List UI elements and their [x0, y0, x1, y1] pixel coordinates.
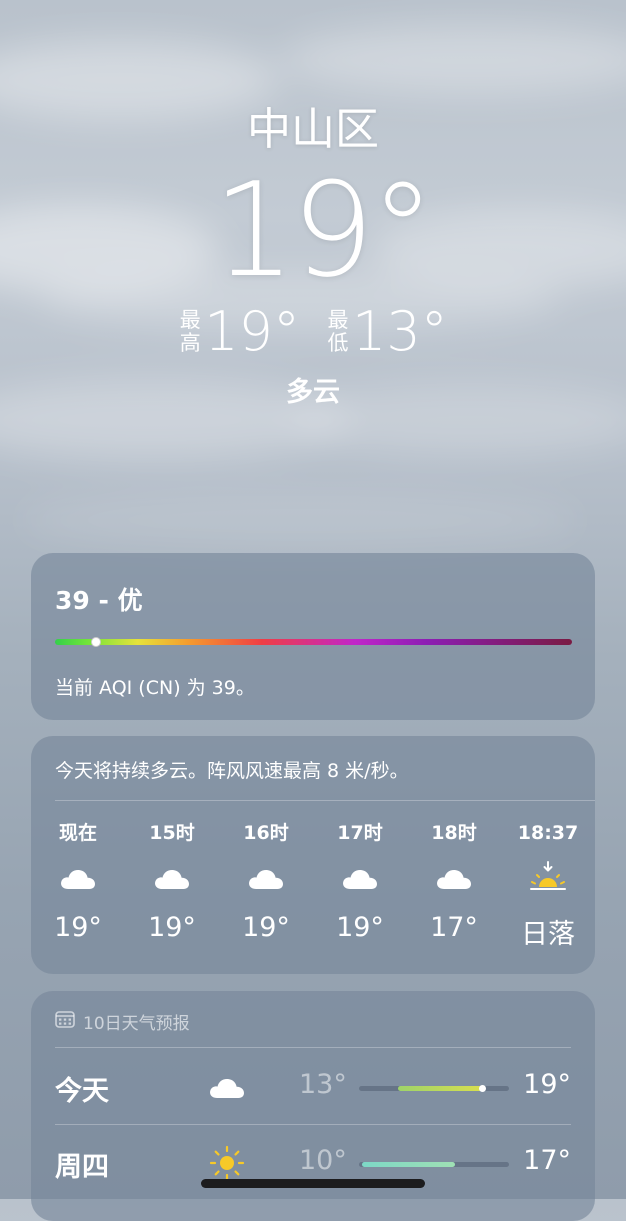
forecast-low: 10°	[299, 1145, 347, 1176]
hourly-forecast-card[interactable]: 今天将持续多云。阵风风速最高 8 米/秒。 现在 19° 15时 19° 16时 19° 1…	[31, 736, 595, 974]
hour-temp: 日落	[521, 919, 575, 950]
hour-time: 17时	[337, 822, 383, 844]
cloud-icon	[407, 850, 501, 906]
hour-item: 现在 19°	[31, 820, 125, 951]
temp-range-bar	[359, 1162, 509, 1167]
aqi-title: 39 - 优	[55, 586, 143, 615]
high-temp: 19°	[204, 300, 300, 363]
forecast-header: 10日天气预报	[55, 1009, 190, 1034]
high-temp-group: 最 高 19°	[178, 304, 300, 360]
hour-temp: 19°	[336, 912, 384, 943]
sun-icon	[207, 1143, 247, 1183]
hour-temp: 17°	[430, 912, 478, 943]
hour-time: 16时	[243, 822, 289, 844]
high-label: 最 高	[179, 308, 201, 355]
hour-item: 17时 19°	[313, 820, 407, 951]
temp-range-fill	[362, 1162, 455, 1167]
hour-temp: 19°	[242, 912, 290, 943]
low-temp: 13°	[352, 300, 448, 363]
hour-item: 18:37 日落	[501, 820, 595, 951]
divider	[55, 1124, 571, 1125]
hourly-summary: 今天将持续多云。阵风风速最高 8 米/秒。	[55, 760, 409, 782]
high-low: 最 高 19° 最 低 13°	[0, 304, 626, 360]
forecast-row[interactable]: 今天 13° 19°	[55, 1049, 571, 1123]
forecast-day: 今天	[55, 1076, 109, 1107]
forecast-low: 13°	[299, 1069, 347, 1100]
cloud-icon	[219, 850, 313, 906]
hour-time: 18:37	[517, 822, 579, 844]
home-indicator[interactable]	[201, 1179, 425, 1188]
hour-temp: 19°	[148, 912, 196, 943]
forecast-header-label: 10日天气预报	[83, 1014, 190, 1034]
divider	[55, 800, 595, 801]
low-label: 最 低	[327, 308, 349, 355]
cloud-icon	[125, 850, 219, 906]
hour-time: 18时	[431, 822, 477, 844]
cloud-icon	[31, 850, 125, 906]
current-temp-indicator	[478, 1085, 486, 1092]
hour-item: 16时 19°	[219, 820, 313, 951]
current-temperature: 19°	[212, 154, 435, 306]
hour-item: 15时 19°	[125, 820, 219, 951]
hour-temp: 19°	[54, 912, 102, 943]
aqi-scale-bar	[55, 637, 572, 647]
forecast-high: 17°	[523, 1145, 571, 1176]
cloud-icon	[313, 850, 407, 906]
divider	[55, 1047, 571, 1048]
forecast-high: 19°	[523, 1069, 571, 1100]
calendar-icon	[55, 1010, 75, 1033]
temp-range-bar	[359, 1085, 509, 1092]
cloud-icon	[207, 1067, 247, 1107]
temp-range-fill	[398, 1086, 482, 1091]
hourly-list[interactable]: 现在 19° 15时 19° 16时 19° 17时 19° 18时 17° 18:37 日落	[31, 820, 595, 951]
aqi-description: 当前 AQI (CN) 为 39。	[55, 677, 255, 699]
hour-time: 现在	[58, 822, 97, 844]
aqi-card[interactable]: 39 - 优 当前 AQI (CN) 为 39。	[31, 553, 595, 720]
location-header: 中山区 19° 最 高 19° 最 低 13° 多云	[0, 100, 626, 409]
city-name: 中山区	[247, 104, 379, 155]
sunset-icon	[501, 850, 595, 906]
forecast-day: 周四	[55, 1152, 109, 1183]
low-temp-group: 最 低 13°	[326, 304, 448, 360]
hour-item: 18时 17°	[407, 820, 501, 951]
condition-text: 多云	[286, 377, 340, 408]
aqi-indicator	[91, 637, 102, 647]
hour-time: 15时	[149, 822, 195, 844]
